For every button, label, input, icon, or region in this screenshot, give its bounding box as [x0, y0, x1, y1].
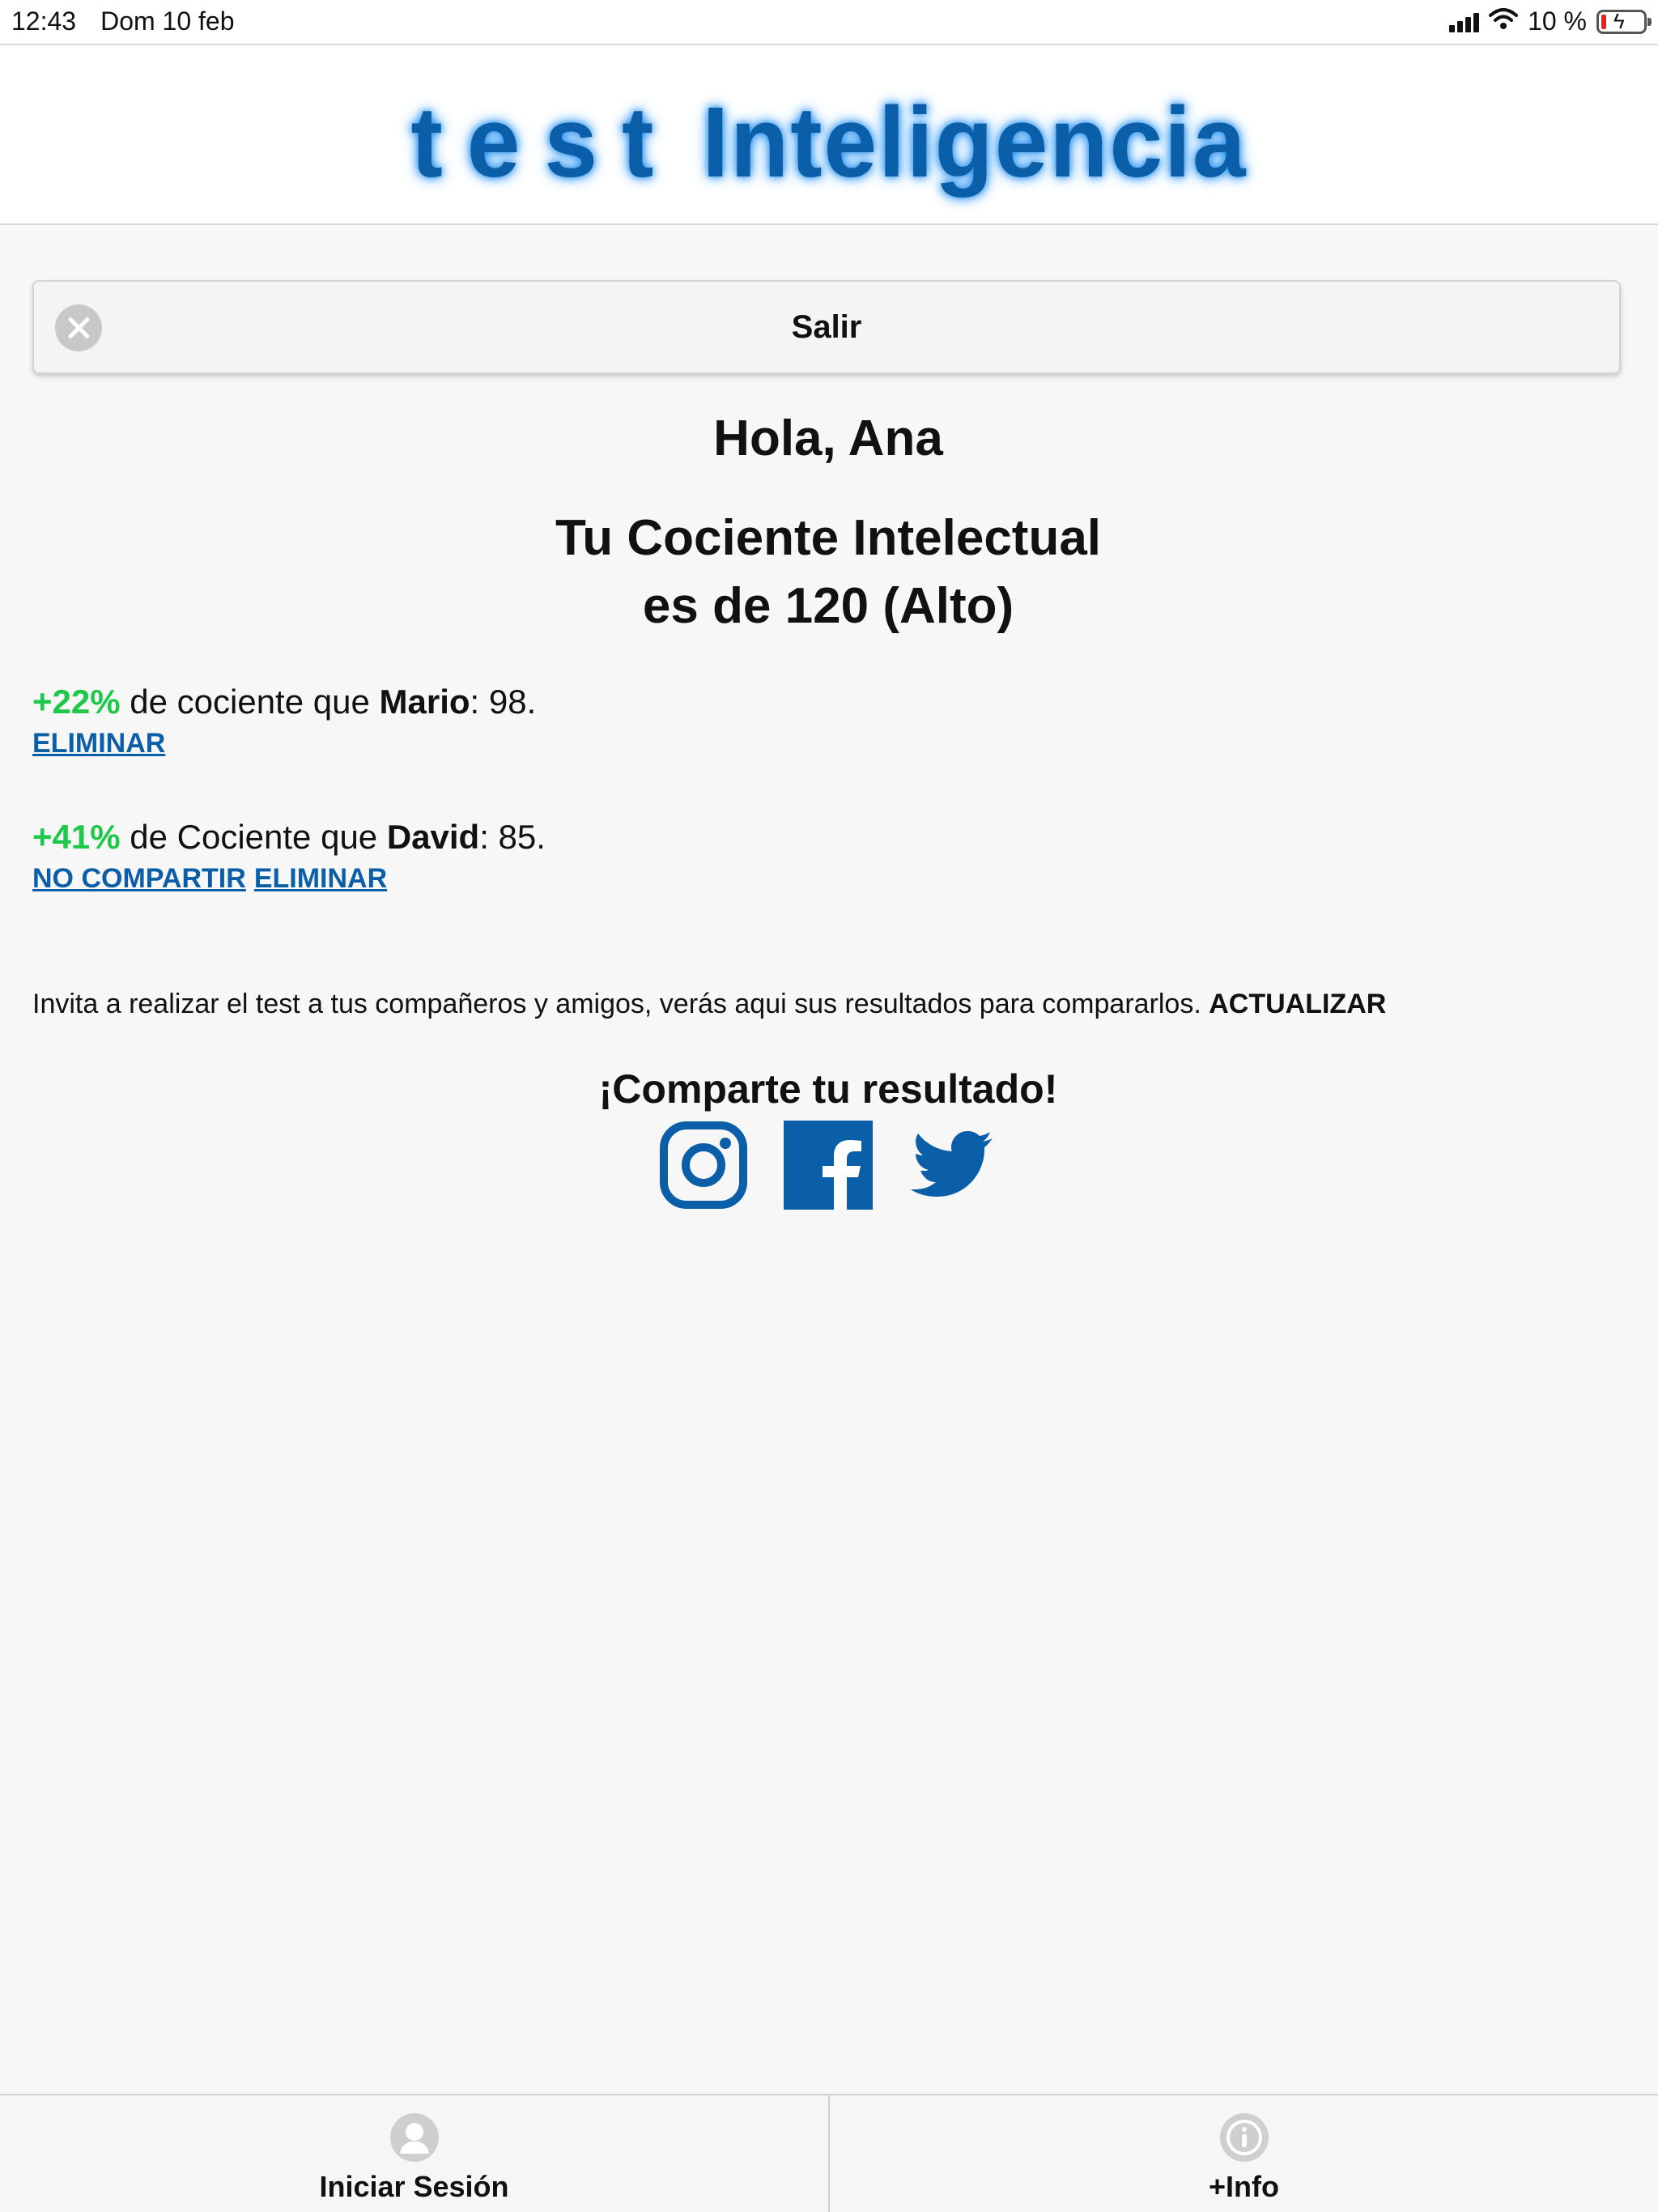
comparison-text: +41% de Cociente que David: 85.: [32, 818, 1624, 857]
invite-text: Invita a realizar el test a tus compañer…: [32, 989, 1624, 1020]
tab-label: +Info: [1209, 2170, 1279, 2203]
tab-iniciar-sesion[interactable]: Iniciar Sesión: [0, 2095, 828, 2212]
status-left: 12:43 Dom 10 feb: [11, 6, 235, 36]
instagram-icon[interactable]: [659, 1121, 748, 1210]
close-circle-icon: [55, 304, 102, 351]
logo-word-test: test: [410, 86, 678, 199]
wifi-icon: [1489, 6, 1519, 36]
logo-word-inteligencia: Inteligencia: [702, 86, 1248, 199]
info-icon: [1219, 2113, 1269, 2162]
tab-label: Iniciar Sesión: [319, 2170, 509, 2203]
iq-line-1: Tu Cociente Intelectual: [555, 510, 1102, 566]
facebook-icon[interactable]: [784, 1121, 873, 1210]
comparison-phrase: de cociente que: [120, 683, 380, 721]
share-icons: [32, 1121, 1624, 1210]
greeting: Hola, Ana: [713, 410, 943, 466]
status-right: 10 % ϟ: [1449, 6, 1652, 36]
comparison-actions: NO COMPARTIR ELIMINAR: [32, 863, 1624, 895]
battery-percent: 10 %: [1528, 6, 1587, 36]
eliminar-link[interactable]: ELIMINAR: [32, 728, 165, 759]
no-compartir-link[interactable]: NO COMPARTIR: [32, 863, 246, 894]
comparison-name: Mario: [379, 683, 470, 721]
comparison-david: +41% de Cociente que David: 85. NO COMPA…: [32, 818, 1624, 895]
comparison-text: +22% de cociente que Mario: 98.: [32, 683, 1624, 721]
salir-label: Salir: [791, 309, 862, 345]
comparison-name: David: [386, 818, 480, 856]
status-time: 12:43: [11, 6, 77, 36]
comparison-score: : 98.: [470, 683, 537, 721]
main-content: Salir Hola, Ana Tu Cociente Intelectual …: [32, 280, 1624, 1210]
status-bar: 12:43 Dom 10 feb 10 % ϟ: [0, 0, 1658, 44]
app-header: test Inteligencia: [0, 44, 1658, 225]
share-title: ¡Comparte tu resultado!: [598, 1066, 1058, 1112]
twitter-icon[interactable]: [908, 1121, 997, 1210]
iq-result: Tu Cociente Intelectual es de 120 (Alto): [32, 504, 1624, 640]
actualizar-link[interactable]: ACTUALIZAR: [1209, 989, 1386, 1019]
invite-message: Invita a realizar el test a tus compañer…: [32, 989, 1209, 1019]
battery-charging-icon: ϟ: [1596, 9, 1652, 34]
comparison-percent: +41%: [32, 818, 121, 856]
eliminar-link[interactable]: ELIMINAR: [254, 863, 387, 894]
signal-icon: [1449, 11, 1480, 32]
comparison-mario: +22% de cociente que Mario: 98. ELIMINAR: [32, 683, 1624, 759]
comparison-actions: ELIMINAR: [32, 728, 1624, 759]
comparison-score: : 85.: [479, 818, 546, 856]
user-icon: [389, 2113, 439, 2162]
status-date: Dom 10 feb: [100, 6, 235, 36]
app-logo: test Inteligencia: [0, 85, 1658, 201]
comparison-percent: +22%: [32, 683, 121, 721]
salir-button[interactable]: Salir: [32, 280, 1621, 374]
iq-line-2: es de 120 (Alto): [642, 578, 1014, 634]
bottom-tab-bar: Iniciar Sesión +Info: [0, 2094, 1658, 2212]
tab-info[interactable]: +Info: [828, 2095, 1658, 2212]
comparison-phrase: de Cociente que: [120, 818, 387, 856]
